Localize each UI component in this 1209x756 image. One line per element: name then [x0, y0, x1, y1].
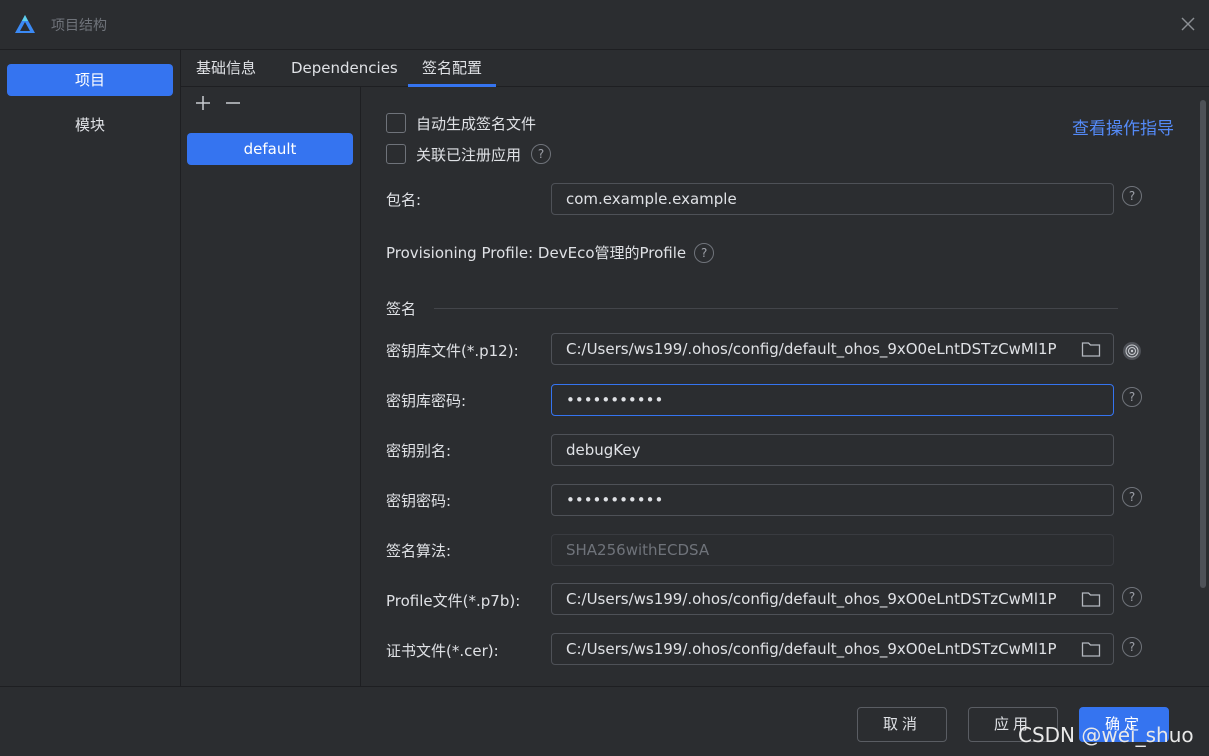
tab-basic-info[interactable]: 基础信息: [196, 50, 256, 87]
cancel-button[interactable]: 取消: [857, 707, 947, 742]
auto-generate-checkbox-row[interactable]: 自动生成签名文件: [386, 113, 536, 133]
title-bar: 项目结构: [0, 0, 1209, 50]
plus-icon[interactable]: [193, 93, 213, 113]
window-title: 项目结构: [51, 18, 107, 34]
link-registered-checkbox[interactable]: [386, 144, 406, 164]
dialog-footer: 取消 应用 确定 CSDN @wei_shuo: [0, 686, 1209, 756]
help-icon[interactable]: ?: [1122, 387, 1142, 407]
help-icon[interactable]: ?: [1122, 637, 1142, 657]
auto-generate-checkbox[interactable]: [386, 113, 406, 133]
link-registered-checkbox-row[interactable]: 关联已注册应用 ?: [386, 144, 552, 164]
store-password-label: 密钥库密码:: [386, 392, 467, 410]
sign-algorithm-field: SHA256withECDSA: [551, 534, 1114, 566]
provisioning-profile-row: Provisioning Profile: DevEco管理的Profile ?: [386, 242, 715, 263]
vertical-scrollbar[interactable]: [1200, 100, 1206, 588]
profile-file-label: Profile文件(*.p7b):: [386, 592, 521, 610]
deveco-logo-icon: [15, 15, 35, 33]
profile-file-value: C:/Users/ws199/.ohos/config/default_ohos…: [566, 590, 1057, 608]
watermark-text: CSDN @wei_shuo: [1018, 723, 1194, 747]
close-icon[interactable]: [1179, 15, 1197, 33]
help-icon[interactable]: ?: [1122, 587, 1142, 607]
minus-icon[interactable]: [223, 93, 243, 113]
folder-icon[interactable]: [1081, 640, 1101, 658]
section-divider: [434, 308, 1118, 309]
profile-file-field[interactable]: C:/Users/ws199/.ohos/config/default_ohos…: [551, 583, 1114, 615]
signing-config-list: default: [181, 87, 361, 686]
link-registered-label: 关联已注册应用: [416, 145, 522, 164]
store-file-value: C:/Users/ws199/.ohos/config/default_ohos…: [566, 340, 1057, 358]
key-password-field[interactable]: •••••••••••: [551, 484, 1114, 516]
tab-dependencies[interactable]: Dependencies: [291, 50, 398, 87]
config-item-default[interactable]: default: [187, 133, 353, 165]
provisioning-profile-text: Provisioning Profile: DevEco管理的Profile: [386, 244, 687, 262]
signing-section-title: 签名: [386, 300, 417, 318]
help-icon[interactable]: ?: [1122, 487, 1142, 507]
nav-item-modules[interactable]: 模块: [7, 109, 173, 141]
help-icon[interactable]: ?: [531, 144, 552, 164]
fingerprint-icon[interactable]: [1122, 341, 1142, 361]
store-file-field[interactable]: C:/Users/ws199/.ohos/config/default_ohos…: [551, 333, 1114, 365]
sign-algorithm-label: 签名算法:: [386, 542, 452, 560]
key-alias-field[interactable]: debugKey: [551, 434, 1114, 466]
tab-bar: 基础信息 Dependencies 签名配置: [181, 50, 1209, 87]
bundle-name-field[interactable]: com.example.example: [551, 183, 1114, 215]
nav-item-project[interactable]: 项目: [7, 64, 173, 96]
help-icon[interactable]: ?: [1122, 186, 1142, 206]
key-alias-label: 密钥别名:: [386, 442, 452, 460]
folder-icon[interactable]: [1081, 590, 1101, 608]
folder-icon[interactable]: [1081, 340, 1101, 358]
cert-file-value: C:/Users/ws199/.ohos/config/default_ohos…: [566, 640, 1057, 658]
help-icon[interactable]: ?: [694, 242, 715, 263]
cert-file-label: 证书文件(*.cer):: [386, 642, 499, 660]
cert-file-field[interactable]: C:/Users/ws199/.ohos/config/default_ohos…: [551, 633, 1114, 665]
store-file-label: 密钥库文件(*.p12):: [386, 342, 519, 360]
view-guide-link[interactable]: 查看操作指导: [1072, 114, 1174, 139]
tab-signing-configs[interactable]: 签名配置: [407, 50, 497, 87]
store-password-field[interactable]: •••••••••••: [551, 384, 1114, 416]
signing-form: 自动生成签名文件 查看操作指导 关联已注册应用 ? 包名: com.exampl…: [362, 87, 1209, 686]
bundle-name-label: 包名:: [386, 191, 422, 209]
left-nav: 项目 模块: [0, 50, 181, 686]
auto-generate-label: 自动生成签名文件: [416, 114, 537, 133]
key-password-label: 密钥密码:: [386, 492, 452, 510]
